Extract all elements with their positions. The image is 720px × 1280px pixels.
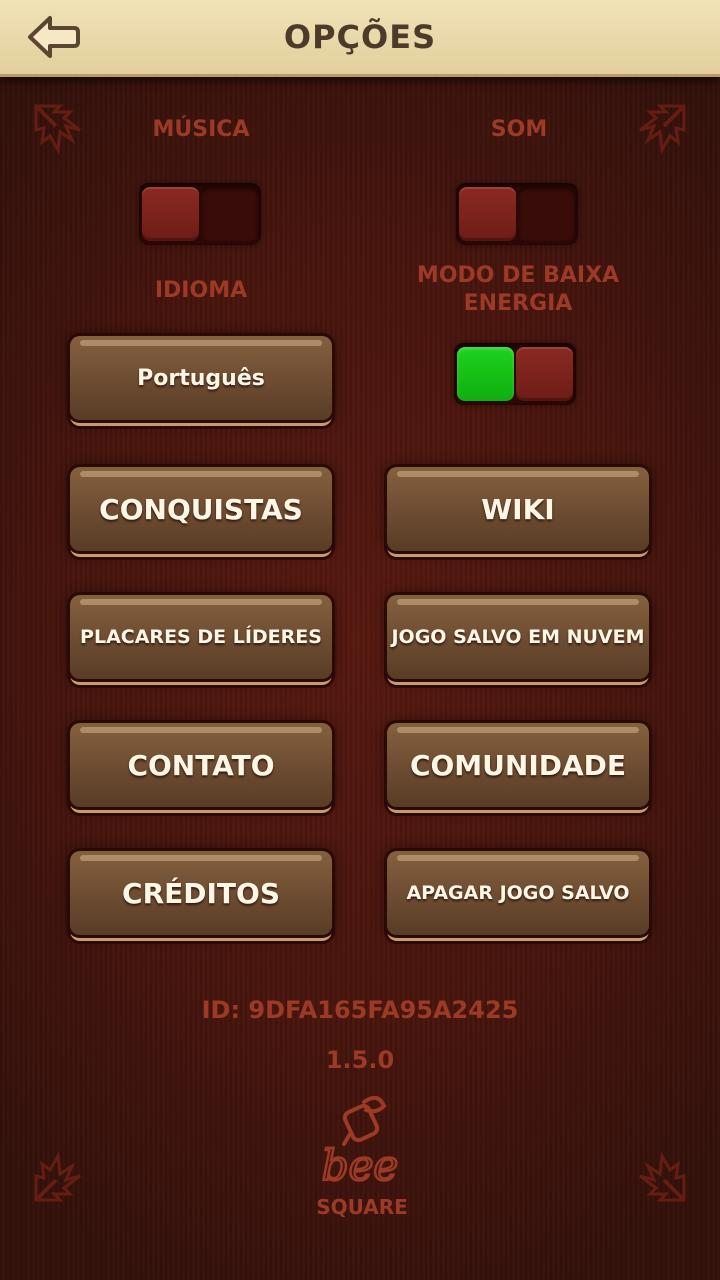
header-bar: OPÇÕES <box>0 0 720 77</box>
logo-subtitle: SQUARE <box>316 1195 408 1219</box>
achievements-button[interactable]: CONQUISTAS <box>70 467 332 551</box>
player-id: ID: 9DFA165FA95A2425 <box>201 996 519 1024</box>
contact-button[interactable]: CONTATO <box>70 723 332 807</box>
community-button[interactable]: COMUNIDADE <box>387 723 649 807</box>
low-power-label-line2: ENERGIA <box>463 291 573 316</box>
corner-ornament-icon <box>639 1151 686 1202</box>
music-toggle-knob <box>142 187 199 241</box>
sound-toggle[interactable] <box>456 183 578 245</box>
language-button[interactable]: Português <box>70 336 332 420</box>
wiki-button[interactable]: WIKI <box>387 467 649 551</box>
music-label: MÚSICA <box>152 117 250 142</box>
community-label: COMUNIDADE <box>409 748 627 782</box>
credits-label: CRÉDITOS <box>122 876 280 910</box>
low-power-toggle[interactable] <box>454 343 576 405</box>
bee-square-logo: bee SQUARE <box>300 1092 420 1222</box>
cloud-save-label: JOGO SALVO EM NUVEM <box>391 626 645 648</box>
language-value: Português <box>137 365 265 391</box>
low-power-label: MODO DE BAIXA ENERGIA <box>398 262 638 318</box>
low-power-toggle-track <box>457 347 514 401</box>
sound-toggle-knob <box>459 187 516 241</box>
language-label: IDIOMA <box>154 278 248 303</box>
sound-label: SOM <box>490 117 548 142</box>
cloud-save-button[interactable]: JOGO SALVO EM NUVEM <box>387 595 649 679</box>
low-power-toggle-knob <box>516 347 573 401</box>
page-title: OPÇÕES <box>283 18 437 56</box>
low-power-label-line1: MODO DE BAIXA <box>416 263 620 288</box>
version-number: 1.5.0 <box>325 1046 395 1074</box>
leaderboards-button[interactable]: PLACARES DE LÍDERES <box>70 595 332 679</box>
music-toggle[interactable] <box>139 183 261 245</box>
corner-ornament-icon <box>639 104 686 155</box>
sound-toggle-track <box>518 187 575 241</box>
wiki-label: WIKI <box>481 492 555 526</box>
bee-square-logo-icon: bee SQUARE <box>316 1095 408 1219</box>
corner-ornament-icon <box>34 1151 81 1202</box>
contact-label: CONTATO <box>127 748 275 782</box>
logo-wordmark: bee <box>322 1141 399 1190</box>
delete-save-button[interactable]: APAGAR JOGO SALVO <box>387 851 649 935</box>
achievements-label: CONQUISTAS <box>99 492 303 526</box>
corner-ornament-icon <box>34 104 81 155</box>
credits-button[interactable]: CRÉDITOS <box>70 851 332 935</box>
delete-save-label: APAGAR JOGO SALVO <box>406 882 630 904</box>
music-toggle-track <box>201 187 258 241</box>
leaderboards-label: PLACARES DE LÍDERES <box>80 626 322 648</box>
